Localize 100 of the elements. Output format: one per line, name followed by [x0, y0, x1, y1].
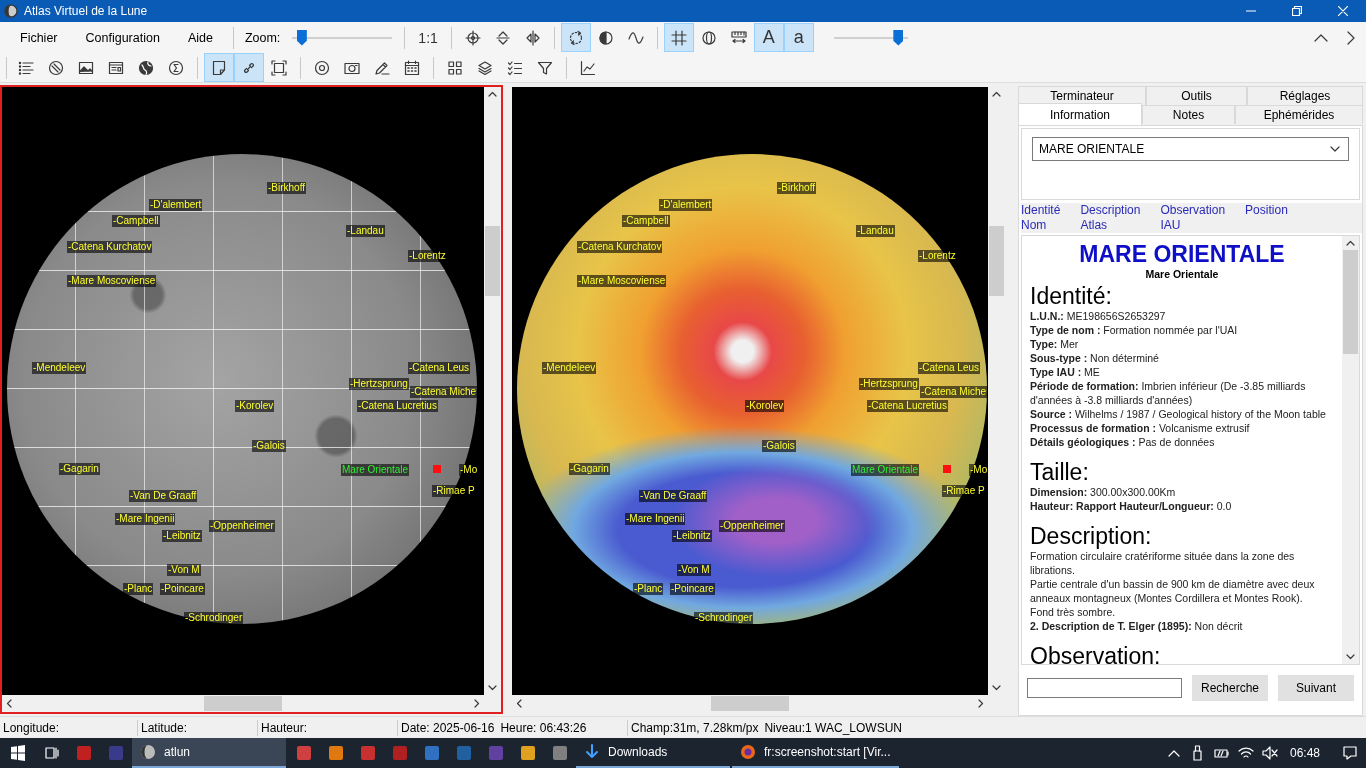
map-label[interactable]: -Von M	[677, 564, 711, 576]
rotate-button[interactable]	[560, 23, 591, 52]
scrollbar-thumb[interactable]	[711, 696, 789, 711]
section-link[interactable]: Position	[1245, 203, 1288, 233]
taskbar-window-button[interactable]: Downloads	[576, 738, 730, 768]
scrollbar-thumb[interactable]	[204, 696, 282, 711]
map-label[interactable]: -Lorentz	[408, 250, 447, 262]
map-label[interactable]: -Leibnitz	[672, 530, 712, 542]
map-label[interactable]: -Hertzsprung	[859, 378, 919, 390]
vertical-scrollbar[interactable]	[1342, 236, 1359, 664]
map-label[interactable]: -Planc	[633, 583, 664, 595]
map-label[interactable]: -Mare Ingenii	[115, 513, 176, 525]
map-label[interactable]: -Catena Miche	[410, 386, 478, 398]
note-button[interactable]	[204, 53, 234, 82]
map-label[interactable]: -Catena Lucretius	[357, 400, 438, 412]
search-field[interactable]	[1027, 678, 1182, 698]
map-label[interactable]: -Lorentz	[918, 250, 957, 262]
tab[interactable]: Terminateur	[1018, 86, 1146, 105]
scrollbar-thumb[interactable]	[485, 226, 500, 296]
map-label[interactable]: -Gagarin	[59, 463, 100, 475]
map-label[interactable]: -Galois	[762, 440, 796, 452]
map-label[interactable]: -Van De Graaff	[639, 490, 708, 502]
map-label[interactable]: -D'alembert	[659, 199, 713, 211]
map-label[interactable]: -Rimae P	[942, 485, 986, 497]
section-heading: Description:	[1030, 523, 1153, 549]
status-text: Champ:31m, 7.28km/px	[631, 720, 759, 735]
map-label[interactable]: -D'alembert	[149, 199, 203, 211]
section-link[interactable]: Identité Nom	[1021, 203, 1061, 233]
map-label[interactable]: -Mendeleev	[542, 362, 597, 374]
map-label[interactable]: -Catena Kurchatov	[67, 241, 153, 253]
map-label[interactable]: -Planc	[123, 583, 154, 595]
map-label[interactable]: -Mo	[969, 464, 988, 476]
map-label[interactable]: -Van De Graaff	[129, 490, 198, 502]
text-size-button[interactable]: a	[783, 23, 814, 52]
grid-button[interactable]	[663, 23, 694, 52]
chevron-up-icon	[1167, 749, 1180, 757]
map-label[interactable]: -Catena Kurchatov	[577, 241, 663, 253]
map-label[interactable]: -Korolev	[235, 400, 275, 412]
map-label[interactable]: -Landau	[856, 225, 895, 237]
map-label[interactable]: -Poincare	[160, 583, 205, 595]
slider[interactable]	[833, 27, 908, 48]
map-label[interactable]: -Gagarin	[569, 463, 610, 475]
map-label[interactable]: -Poincare	[670, 583, 715, 595]
map-label[interactable]: -Galois	[252, 440, 286, 452]
map-label[interactable]: -Mare Ingenii	[625, 513, 686, 525]
map-label[interactable]: -Mendeleev	[32, 362, 87, 374]
scrollbar-thumb[interactable]	[1343, 250, 1358, 354]
tab[interactable]: Réglages	[1247, 86, 1363, 105]
menu-item[interactable]: Configuration	[71, 30, 174, 45]
map-label[interactable]: -Catena Leus	[918, 362, 981, 374]
target-icon	[314, 59, 330, 76]
note-icon	[211, 59, 227, 76]
feature-title: MARE ORIENTALE	[1078, 241, 1286, 267]
map-label[interactable]: -Mo	[459, 464, 479, 476]
marker-icon	[433, 465, 441, 473]
clock[interactable]: 06:48	[1289, 746, 1320, 760]
taskbar-window-button[interactable]: atlun	[132, 738, 286, 768]
map-label[interactable]: -Schrodinger	[184, 612, 244, 624]
map-label[interactable]: Mare Orientale	[341, 464, 410, 476]
map-label[interactable]: -Leibnitz	[162, 530, 202, 542]
link-button[interactable]	[234, 53, 264, 82]
map-label[interactable]: -Hertzsprung	[349, 378, 409, 390]
menu-item[interactable]: Fichier	[6, 30, 72, 45]
map-label[interactable]: -Schrodinger	[694, 612, 754, 624]
scrollbar-thumb[interactable]	[989, 226, 1004, 296]
zoom-label: Zoom:	[244, 30, 281, 45]
tab[interactable]: Notes	[1142, 105, 1235, 124]
map-label[interactable]: -Oppenheimer	[209, 520, 275, 532]
map-label[interactable]: -Oppenheimer	[719, 520, 785, 532]
tab[interactable]: Ephémérides	[1235, 105, 1363, 124]
window-icon	[108, 59, 124, 76]
menu-item[interactable]: Aide	[173, 30, 227, 45]
section-link[interactable]: Observation IAU	[1160, 203, 1226, 233]
map-label[interactable]: -Catena Miche	[920, 386, 988, 398]
action-button[interactable]: Recherche	[1192, 675, 1268, 701]
map-label[interactable]: -Von M	[167, 564, 201, 576]
rotate-icon	[567, 29, 584, 46]
map-label[interactable]: -Campbell	[622, 215, 670, 227]
action-button[interactable]: Suivant	[1278, 675, 1354, 701]
map-label[interactable]: -Mare Moscoviense	[67, 275, 157, 287]
map-label[interactable]: -Rimae P	[432, 485, 476, 497]
info-line: Hauteur: Rapport Hauteur/Longueur: 0.0	[1030, 499, 1233, 513]
map-label[interactable]: -Birkhoff	[267, 182, 307, 194]
map-label[interactable]: Mare Orientale	[851, 464, 920, 476]
map-label[interactable]: -Landau	[346, 225, 385, 237]
map-label[interactable]: -Korolev	[745, 400, 785, 412]
map-label[interactable]: -Campbell	[112, 215, 160, 227]
feature-dropdown[interactable]: MARE ORIENTALE	[1032, 137, 1349, 161]
taskbar-window-button[interactable]: fr:screenshot:start [Vir...	[732, 738, 899, 768]
map-label[interactable]: -Birkhoff	[777, 182, 817, 194]
map-label[interactable]: -Catena Lucretius	[867, 400, 948, 412]
map-label[interactable]: -Catena Leus	[408, 362, 471, 374]
map-label[interactable]: -Mare Moscoviense	[577, 275, 667, 287]
app-icon	[296, 745, 312, 761]
text-size-button[interactable]: A	[753, 23, 784, 52]
tab[interactable]: Outils	[1146, 86, 1247, 105]
tab[interactable]: Information	[1018, 103, 1142, 125]
section-link[interactable]: Description Atlas	[1080, 203, 1141, 233]
text-size-button[interactable]: 1:1	[411, 23, 445, 52]
app-icon	[552, 745, 568, 761]
